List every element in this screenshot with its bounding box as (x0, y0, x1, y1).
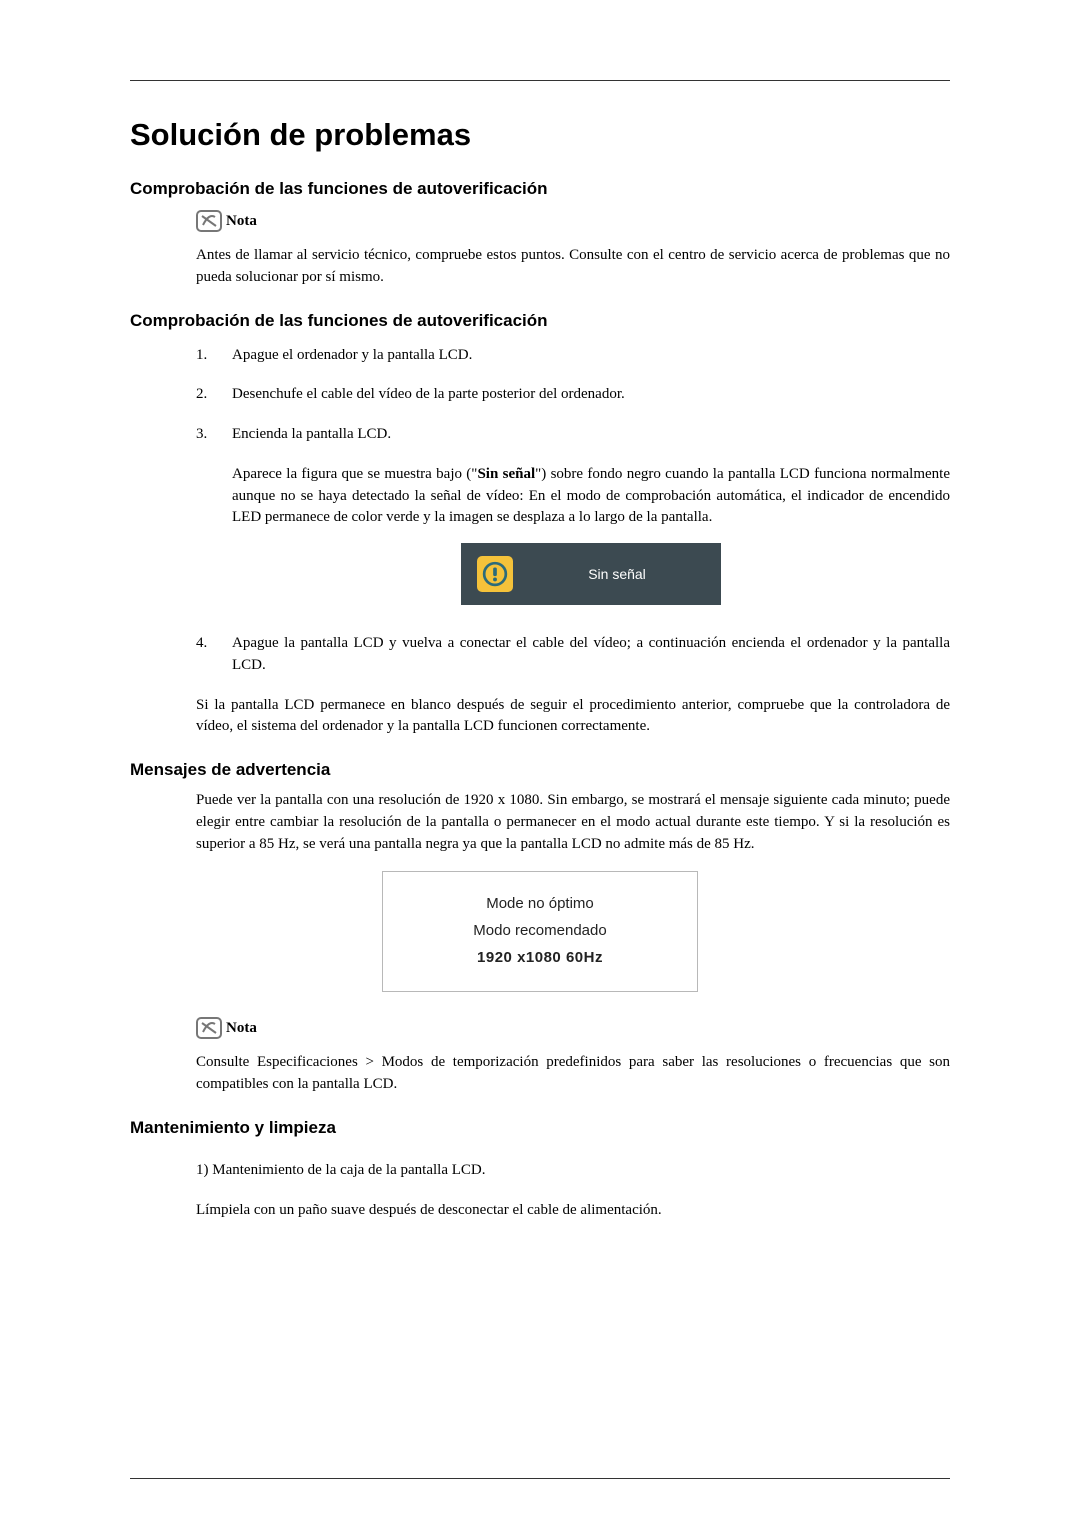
note-icon (196, 1016, 222, 1040)
step-3: Encienda la pantalla LCD. Aparece la fig… (196, 424, 950, 605)
warnings-body: Puede ver la pantalla con una resolución… (196, 790, 950, 855)
note-body-1: Antes de llamar al servicio técnico, com… (196, 245, 950, 289)
mode-line1: Mode no óptimo (395, 890, 685, 917)
bottom-rule (130, 1478, 950, 1479)
note-icon (196, 209, 222, 233)
page-title: Solución de problemas (130, 117, 950, 153)
heading-autoverify-1: Comprobación de las funciones de autover… (130, 179, 950, 199)
maintenance-line2: Límpiela con un paño suave después de de… (196, 1200, 950, 1222)
figure-sin-senal: Sin señal (461, 543, 721, 605)
section2-closing: Si la pantalla LCD permanece en blanco d… (196, 695, 950, 739)
note-row-2: Nota (196, 1016, 950, 1040)
steps-list: Apague el ordenador y la pantalla LCD. D… (196, 345, 950, 677)
note-label-1: Nota (226, 213, 257, 230)
step3-bold: Sin señal (477, 466, 535, 482)
heading-warnings: Mensajes de advertencia (130, 760, 950, 780)
step-3-text: Encienda la pantalla LCD. (232, 426, 391, 442)
note-body-2: Consulte Especificaciones > Modos de tem… (196, 1052, 950, 1096)
step-1: Apague el ordenador y la pantalla LCD. (196, 345, 950, 367)
heading-maintenance: Mantenimiento y limpieza (130, 1118, 950, 1138)
step-3-detail: Aparece la figura que se muestra bajo ("… (232, 464, 950, 529)
figure-sin-senal-text: Sin señal (513, 564, 721, 584)
step-2: Desenchufe el cable del vídeo de la part… (196, 384, 950, 406)
step3-prefix: Aparece la figura que se muestra bajo (" (232, 466, 477, 482)
heading-autoverify-2: Comprobación de las funciones de autover… (130, 311, 950, 331)
maintenance-line1: 1) Mantenimiento de la caja de la pantal… (196, 1160, 950, 1182)
note-label-2: Nota (226, 1020, 257, 1037)
mode-line2: Modo recomendado (395, 917, 685, 944)
top-rule (130, 80, 950, 81)
warning-icon (477, 556, 513, 592)
mode-line3: 1920 x1080 60Hz (395, 944, 685, 971)
step-4: Apague la pantalla LCD y vuelva a conect… (196, 633, 950, 677)
figure-mode-not-optimal: Mode no óptimo Modo recomendado 1920 x10… (382, 871, 698, 992)
note-row-1: Nota (196, 209, 950, 233)
